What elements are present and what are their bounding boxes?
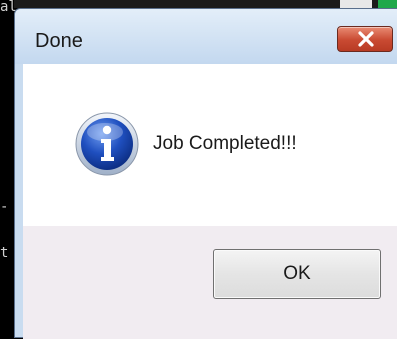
close-button[interactable] xyxy=(337,26,393,52)
background-top-green xyxy=(378,0,397,8)
dialog-title: Done xyxy=(35,30,83,52)
dialog-client-area: Job Completed!!! OK xyxy=(23,64,397,339)
background-window xyxy=(0,0,14,329)
ok-button-label: OK xyxy=(283,263,311,284)
background-text-fragment: t xyxy=(0,245,9,261)
background-text-fragment: - xyxy=(0,199,9,215)
close-icon xyxy=(358,31,374,47)
done-dialog: Done Job Completed!!! OK xyxy=(14,8,397,339)
dialog-content: Job Completed!!! xyxy=(23,64,397,226)
dialog-footer: OK xyxy=(23,226,397,339)
ok-button[interactable]: OK xyxy=(213,249,381,299)
info-icon xyxy=(75,112,139,176)
dialog-message: Job Completed!!! xyxy=(153,133,297,154)
background-top-panel xyxy=(340,0,372,8)
dialog-titlebar[interactable]: Done xyxy=(15,9,397,64)
